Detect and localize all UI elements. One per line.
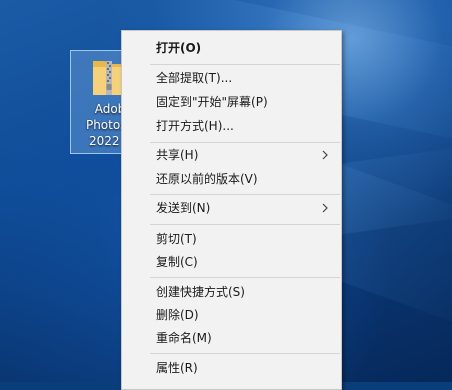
menu-separator xyxy=(150,142,340,143)
context-menu: 打开(O) 全部提取(T)... 固定到"开始"屏幕(P) 打开方式(H)...… xyxy=(121,30,342,390)
menu-item-rename[interactable]: 重命名(M) xyxy=(122,327,341,349)
menu-item-restore-previous-versions[interactable]: 还原以前的版本(V) xyxy=(122,168,341,190)
menu-item-label: 剪切(T) xyxy=(156,232,197,246)
chevron-right-icon xyxy=(321,144,331,166)
menu-separator xyxy=(150,64,340,65)
menu-item-delete[interactable]: 删除(D) xyxy=(122,304,341,326)
menu-item-label: 打开方式(H)... xyxy=(156,119,234,133)
menu-item-label: 还原以前的版本(V) xyxy=(156,172,258,186)
menu-item-label: 删除(D) xyxy=(156,308,199,322)
menu-item-label: 创建快捷方式(S) xyxy=(156,285,245,299)
menu-separator xyxy=(150,194,340,195)
menu-item-label: 固定到"开始"屏幕(P) xyxy=(156,95,268,109)
menu-item-cut[interactable]: 剪切(T) xyxy=(122,228,341,250)
menu-item-extract-all[interactable]: 全部提取(T)... xyxy=(122,67,341,89)
menu-separator xyxy=(150,277,340,278)
menu-item-open-with[interactable]: 打开方式(H)... xyxy=(122,115,341,137)
menu-item-send-to[interactable]: 发送到(N) xyxy=(122,197,341,219)
menu-item-properties[interactable]: 属性(R) xyxy=(122,357,341,379)
menu-item-pin-to-start[interactable]: 固定到"开始"屏幕(P) xyxy=(122,91,341,113)
chevron-right-icon xyxy=(321,197,331,219)
menu-item-share[interactable]: 共享(H) xyxy=(122,144,341,166)
menu-item-open[interactable]: 打开(O) xyxy=(122,37,341,59)
menu-item-label: 共享(H) xyxy=(156,148,199,162)
menu-item-label: 属性(R) xyxy=(156,361,198,375)
menu-separator xyxy=(150,353,340,354)
menu-item-label: 发送到(N) xyxy=(156,201,211,215)
menu-item-label: 重命名(M) xyxy=(156,331,212,345)
menu-item-create-shortcut[interactable]: 创建快捷方式(S) xyxy=(122,281,341,303)
menu-item-label: 全部提取(T)... xyxy=(156,71,233,85)
menu-separator xyxy=(150,224,340,225)
menu-item-copy[interactable]: 复制(C) xyxy=(122,251,341,273)
menu-item-label: 打开(O) xyxy=(156,41,202,55)
menu-item-label: 复制(C) xyxy=(156,255,198,269)
